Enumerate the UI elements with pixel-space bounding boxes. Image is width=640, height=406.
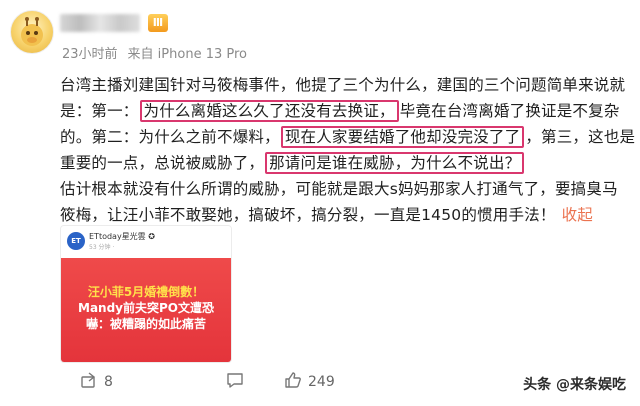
- post-text-line: 是：第一： 为什么离婚这么久了还没有去换证， 毕竟在台湾离婚了换证是不复杂: [60, 98, 630, 124]
- avatar[interactable]: v: [10, 10, 54, 54]
- level-badge: Ⅲ: [148, 14, 168, 32]
- post-source: 来自 iPhone 13 Pro: [127, 47, 247, 62]
- card-headline-line: 嚇：被糟蹋的如此痛苦: [85, 317, 206, 331]
- comment-button[interactable]: [226, 371, 250, 390]
- post-text-segment: 台湾主播刘建国针对马筱梅事件，他提了三个为什么，建国的三个问题简单来说就: [60, 76, 626, 94]
- like-count: 249: [308, 374, 335, 390]
- share-icon: [81, 372, 96, 388]
- post-text-segment: 是：第一：: [60, 102, 139, 120]
- post-meta: 23小时前 来自 iPhone 13 Pro: [62, 43, 247, 62]
- ettoday-logo-icon: ET: [67, 232, 85, 250]
- collapse-link[interactable]: 收起: [562, 206, 593, 224]
- post-text-line: 重要的一点，总说被威胁了， 那请问是谁在威胁，为什么不说出？: [60, 150, 630, 176]
- comment-icon: [227, 373, 243, 388]
- post-body: 台湾主播刘建国针对马筱梅事件，他提了三个为什么，建国的三个问题简单来说就 是：第一…: [60, 72, 635, 228]
- share-button[interactable]: 8: [80, 371, 113, 390]
- watermark: 头条 @来条娱吃: [523, 377, 626, 393]
- highlighted-phrase: 那请问是谁在威胁，为什么不说出？: [265, 152, 525, 174]
- post-text-segment: 筱梅，让汪小菲不敢娶她，搞破坏，搞分裂，一直是1450的惯用手法！: [60, 206, 556, 224]
- post-text-line: 的。第二：为什么之前不爆料， 现在人家要结婚了他却没完没了了 ，第三，这也是: [60, 124, 635, 150]
- card-account-name: ETtoday星光雲 ✪: [89, 232, 155, 241]
- post-text-segment: 毕竟在台湾离婚了换证是不复杂: [399, 102, 620, 120]
- highlighted-phrase: 为什么离婚这么久了还没有去换证，: [139, 100, 399, 122]
- post-text-segment: 重要的一点，总说被威胁了，: [60, 154, 265, 172]
- post-text-segment: 的。第二：为什么之前不爆料，: [60, 128, 280, 146]
- card-account-time: 53 分钟 ·: [89, 244, 115, 251]
- embedded-image-card[interactable]: ET ETtoday星光雲 ✪ 53 分钟 · 汪小菲5月婚禮倒數！ Mandy…: [60, 225, 232, 363]
- highlighted-phrase: 现在人家要结婚了他却没完没了了: [280, 126, 525, 148]
- post-time: 23小时前: [62, 47, 118, 62]
- post-text-line: 台湾主播刘建国针对马筱梅事件，他提了三个为什么，建国的三个问题简单来说就: [60, 72, 630, 98]
- post-header: v Ⅲ 23小时前来自 iPhone 13 Pro: [0, 0, 640, 66]
- share-count: 8: [104, 374, 113, 390]
- post-text-segment: 估计根本就没有什么所谓的威胁，可能就是跟大s妈妈那家人打通气了，要搞臭马: [60, 180, 618, 198]
- card-account-bar: ET ETtoday星光雲 ✪ 53 分钟 ·: [61, 226, 231, 258]
- thumbs-up-icon: [285, 372, 301, 388]
- post-text-line: 估计根本就没有什么所谓的威胁，可能就是跟大s妈妈那家人打通气了，要搞臭马: [60, 176, 630, 202]
- card-headline: 汪小菲5月婚禮倒數！ Mandy前夫突PO文遭恐 嚇：被糟蹋的如此痛苦: [61, 284, 231, 332]
- username-blurred[interactable]: [60, 14, 140, 32]
- giraffe-avatar-icon: [21, 17, 43, 46]
- like-button[interactable]: 249: [284, 371, 335, 390]
- card-headline-line: Mandy前夫突PO文遭恐: [78, 301, 214, 315]
- card-headline-line: 汪小菲5月婚禮倒數！: [87, 285, 205, 299]
- post-text-segment: ，第三，这也是: [525, 128, 636, 146]
